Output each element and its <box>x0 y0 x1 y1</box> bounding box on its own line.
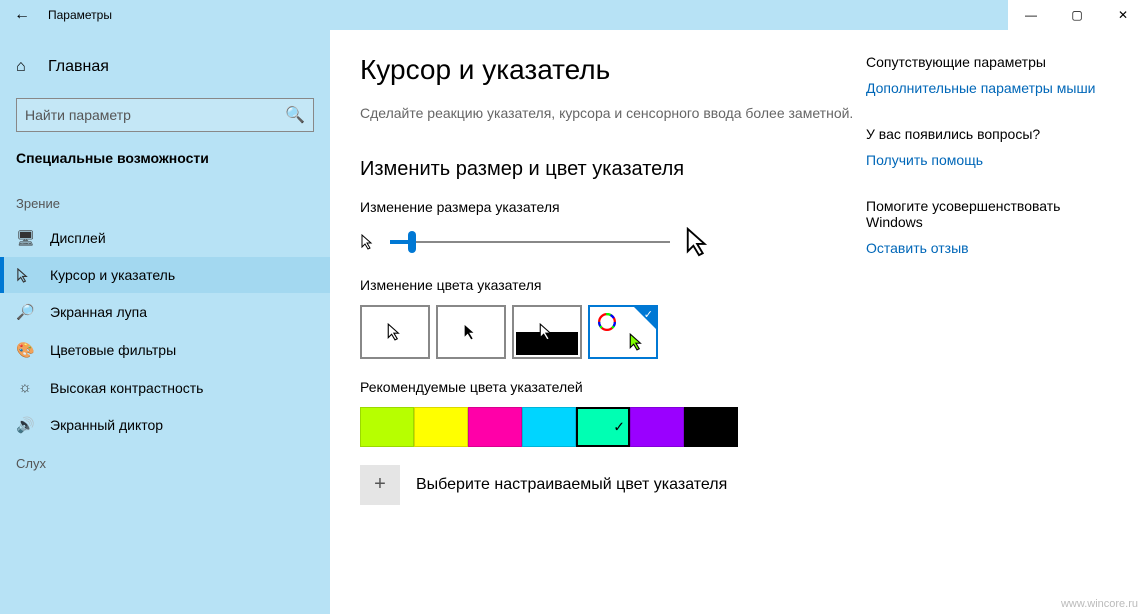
color-swatch[interactable] <box>522 407 576 447</box>
magnifier-icon: 🔎 <box>16 303 34 321</box>
sidebar-item-label: Дисплей <box>50 230 106 246</box>
narrator-icon: 🔊 <box>16 416 34 434</box>
page-description: Сделайте реакцию указателя, курсора и се… <box>360 104 856 124</box>
related-mouse-link[interactable]: Дополнительные параметры мыши <box>866 80 1116 96</box>
pointer-style-white[interactable] <box>360 305 430 359</box>
sidebar-item-narrator[interactable]: 🔊 Экранный диктор <box>0 406 330 444</box>
cursor-large-icon <box>684 227 714 257</box>
color-swatch[interactable] <box>684 407 738 447</box>
feedback-link[interactable]: Оставить отзыв <box>866 240 1116 256</box>
color-swatch[interactable]: ✓ <box>576 407 630 447</box>
main-content: Курсор и указатель Сделайте реакцию указ… <box>360 54 856 614</box>
sidebar-item-display[interactable]: 🖥 Дисплей <box>0 219 330 257</box>
related-heading: Сопутствующие параметры <box>866 54 1116 70</box>
sidebar-group-hearing: Слух <box>0 444 330 479</box>
get-help-link[interactable]: Получить помощь <box>866 152 1116 168</box>
pointer-size-slider[interactable] <box>390 230 670 254</box>
cursor-icon <box>16 268 34 283</box>
custom-color-label: Выберите настраиваемый цвет указателя <box>416 476 727 494</box>
sidebar-item-cursor[interactable]: Курсор и указатель <box>0 257 330 293</box>
pointer-color-label: Изменение цвета указателя <box>360 277 856 293</box>
sidebar-item-contrast[interactable]: ☼ Высокая контрастность <box>0 369 330 406</box>
home-icon: ⌂ <box>16 58 32 76</box>
watermark: www.wincore.ru <box>1061 598 1138 610</box>
back-button[interactable]: ← <box>0 6 44 24</box>
sidebar-item-label: Высокая контрастность <box>50 380 203 396</box>
pointer-style-black[interactable] <box>436 305 506 359</box>
pointer-style-custom[interactable]: ✓ <box>588 305 658 359</box>
improve-heading: Помогите усовершенствовать Windows <box>866 198 1116 230</box>
check-icon: ✓ <box>644 308 653 321</box>
color-swatch[interactable] <box>360 407 414 447</box>
window-title: Параметры <box>48 8 112 22</box>
questions-heading: У вас появились вопросы? <box>866 126 1116 142</box>
color-swatch[interactable] <box>630 407 684 447</box>
palette-icon: 🎨 <box>16 341 34 359</box>
maximize-button[interactable]: ▢ <box>1054 0 1100 30</box>
section-heading: Изменить размер и цвет указателя <box>360 158 856 181</box>
display-icon: 🖥 <box>16 229 34 247</box>
color-swatch[interactable] <box>468 407 522 447</box>
page-title: Курсор и указатель <box>360 54 856 86</box>
close-button[interactable]: ✕ <box>1100 0 1146 30</box>
search-box[interactable]: 🔍 <box>16 98 314 132</box>
add-custom-color-button[interactable]: + <box>360 465 400 505</box>
sidebar-item-magnifier[interactable]: 🔎 Экранная лупа <box>0 293 330 331</box>
pointer-size-label: Изменение размера указателя <box>360 199 856 215</box>
sidebar-item-label: Экранный диктор <box>50 417 163 433</box>
contrast-icon: ☼ <box>16 379 34 396</box>
color-swatch[interactable] <box>414 407 468 447</box>
check-icon: ✓ <box>613 418 625 435</box>
minimize-button[interactable]: — <box>1008 0 1054 30</box>
sidebar-item-label: Цветовые фильтры <box>50 342 176 358</box>
sidebar-home-label: Главная <box>48 58 109 76</box>
sidebar-item-color-filters[interactable]: 🎨 Цветовые фильтры <box>0 331 330 369</box>
search-input[interactable] <box>25 107 285 123</box>
sidebar-item-label: Экранная лупа <box>50 304 147 320</box>
pointer-style-inverted[interactable] <box>512 305 582 359</box>
right-column: Сопутствующие параметры Дополнительные п… <box>856 54 1116 614</box>
sidebar-item-label: Курсор и указатель <box>50 267 175 283</box>
cursor-small-icon <box>360 234 376 250</box>
sidebar-group-vision: Зрение <box>0 184 330 219</box>
sidebar-section-heading: Специальные возможности <box>0 150 330 184</box>
recommended-colors-label: Рекомендуемые цвета указателей <box>360 379 856 395</box>
sidebar: ⌂ Главная 🔍 Специальные возможности Зрен… <box>0 30 330 614</box>
sidebar-home[interactable]: ⌂ Главная <box>0 50 330 84</box>
search-icon: 🔍 <box>285 105 305 125</box>
